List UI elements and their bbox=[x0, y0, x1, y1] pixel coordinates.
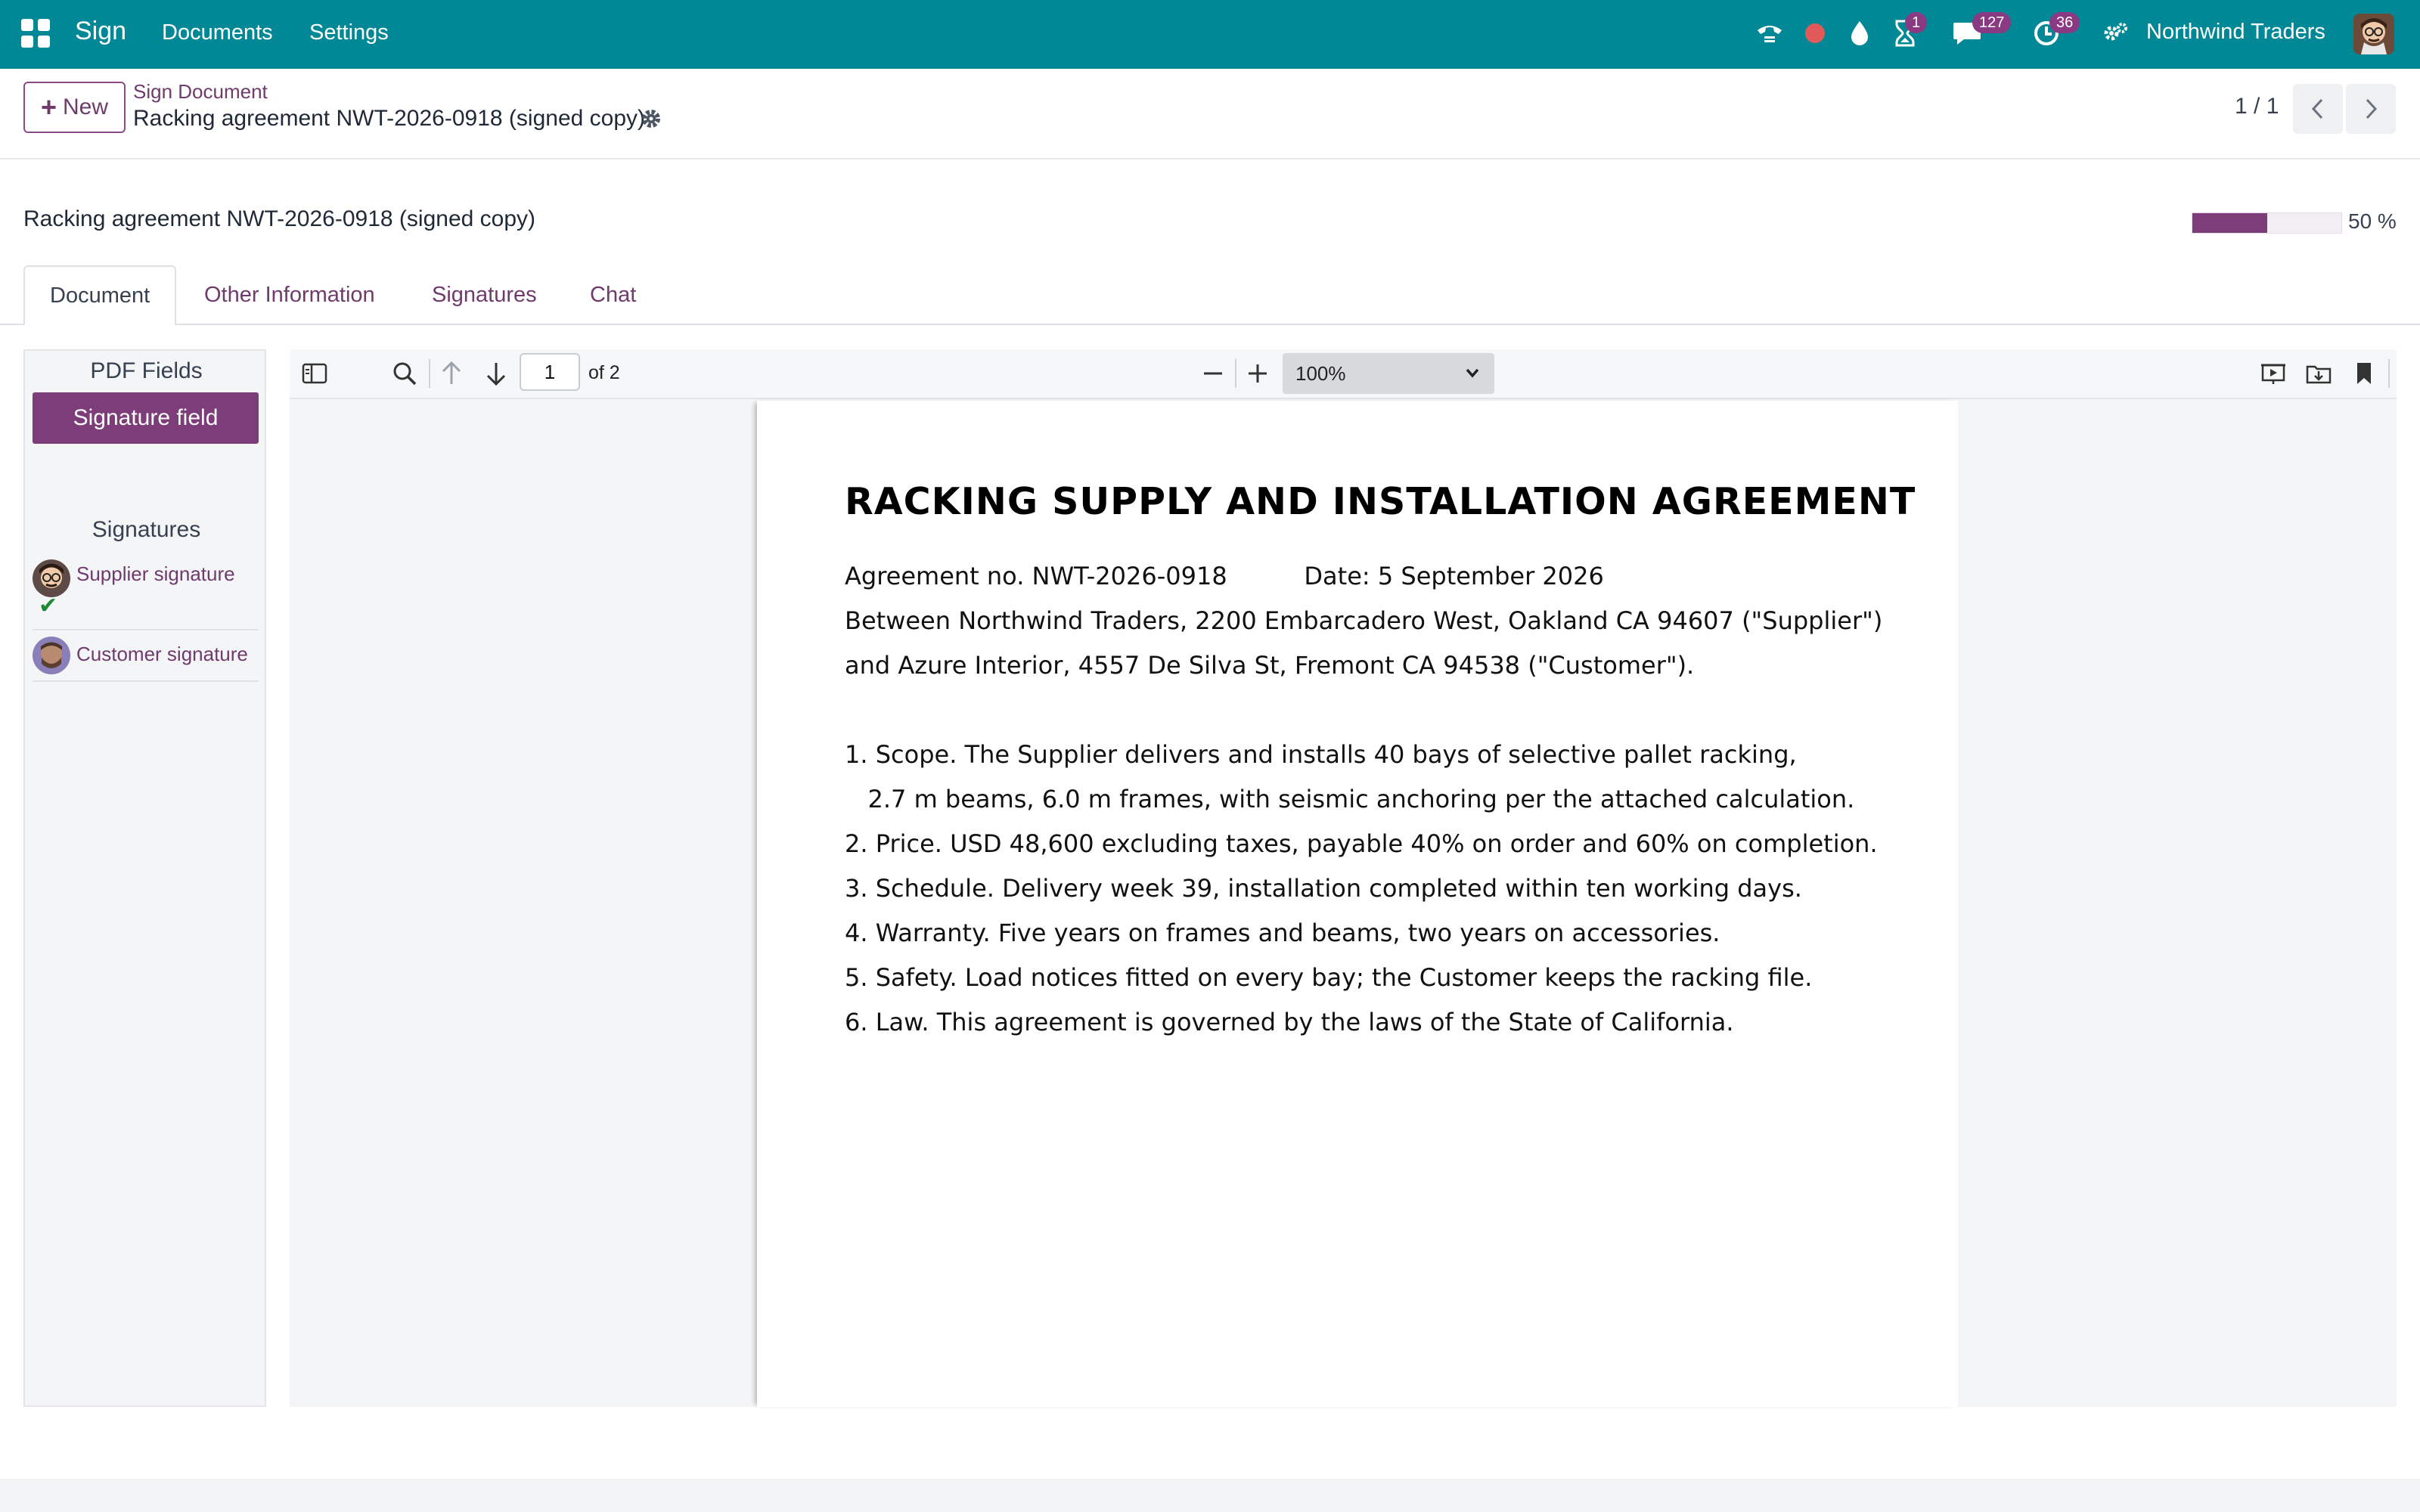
open-file-icon[interactable] bbox=[2304, 358, 2334, 389]
clause-safety: 5. Safety. Load notices fitted on every … bbox=[845, 963, 1813, 992]
clause-scope-continued: 2.7 m beams, 6.0 m frames, with seismic … bbox=[845, 785, 1855, 813]
signature-field-button[interactable]: Signature field bbox=[33, 392, 259, 444]
top-navbar: Sign Documents Settings 1 127 36 Northwi… bbox=[0, 0, 2420, 69]
settings-cog-icon[interactable] bbox=[2099, 17, 2132, 50]
messages-badge: 127 bbox=[1972, 12, 2012, 33]
search-icon[interactable] bbox=[389, 358, 420, 389]
signatures-heading: Signatures bbox=[92, 517, 201, 542]
app-grid-icon[interactable] bbox=[21, 19, 50, 48]
supplier-signature-label[interactable]: Supplier signature bbox=[76, 562, 235, 586]
breadcrumb-current: Racking agreement NWT-2026-0918 (signed … bbox=[133, 106, 646, 131]
breadcrumb-parent[interactable]: Sign Document bbox=[133, 80, 268, 104]
pager-previous-button[interactable] bbox=[2293, 84, 2343, 134]
toolbar-separator bbox=[429, 359, 430, 388]
user-avatar[interactable] bbox=[2353, 14, 2394, 54]
document-title: Racking agreement NWT-2026-0918 (signed … bbox=[23, 206, 536, 231]
bookmark-icon[interactable] bbox=[2349, 358, 2379, 389]
control-panel-divider bbox=[0, 158, 2420, 160]
sign-fields-panel: PDF Fields Signature field Signatures Su… bbox=[23, 349, 266, 1407]
drop-icon[interactable] bbox=[1843, 17, 1876, 50]
signed-check-icon: ✔ bbox=[39, 593, 58, 618]
menu-documents[interactable]: Documents bbox=[162, 20, 273, 45]
tab-chat[interactable]: Chat bbox=[565, 265, 661, 324]
clause-scope: 1. Scope. The Supplier delivers and inst… bbox=[845, 740, 1797, 769]
progress-bar bbox=[2192, 212, 2342, 234]
new-button[interactable]: + New bbox=[23, 82, 126, 133]
phone-icon[interactable] bbox=[1753, 17, 1786, 50]
parties-line-1: Between Northwind Traders, 2200 Embarcad… bbox=[845, 606, 1883, 635]
pager-counter: 1 / 1 bbox=[2235, 94, 2279, 119]
customer-signature-label[interactable]: Customer signature bbox=[76, 643, 248, 666]
page-number-input[interactable]: 1 bbox=[520, 353, 580, 391]
signer-item-supplier[interactable]: Supplier signature ✔ bbox=[33, 555, 259, 631]
page-count: of 2 bbox=[588, 362, 620, 383]
signer-item-customer[interactable]: Customer signature bbox=[33, 631, 259, 682]
new-button-label: New bbox=[63, 94, 109, 119]
gear-icon[interactable] bbox=[640, 107, 662, 130]
pdf-toolbar: 1 of 2 100% bbox=[290, 349, 2397, 399]
zoom-select[interactable]: 100% bbox=[1283, 353, 1494, 394]
progress-label: 50 % bbox=[2348, 209, 2397, 233]
clause-warranty: 4. Warranty. Five years on frames and be… bbox=[845, 919, 1720, 947]
app-name[interactable]: Sign bbox=[75, 17, 126, 46]
agreement-number-line: Agreement no. NWT-2026-0918 Date: 5 Sept… bbox=[845, 562, 1604, 590]
clause-schedule: 3. Schedule. Delivery week 39, installat… bbox=[845, 874, 1802, 903]
activities-badge: 1 bbox=[1905, 12, 1928, 33]
pdf-viewer: 1 of 2 100% RACKING SUPPLY AND INSTALLAT… bbox=[290, 349, 2397, 1407]
zoom-out-icon[interactable] bbox=[1198, 358, 1228, 389]
chevron-right-icon bbox=[2366, 98, 2378, 119]
customer-avatar bbox=[33, 637, 70, 674]
menu-settings[interactable]: Settings bbox=[309, 20, 389, 45]
pager-next-button[interactable] bbox=[2346, 84, 2396, 134]
clause-price: 2. Price. USD 48,600 excluding taxes, pa… bbox=[845, 829, 1878, 858]
pdf-fields-heading: PDF Fields bbox=[90, 358, 203, 383]
sidebar-toggle-icon[interactable] bbox=[299, 358, 330, 389]
company-name[interactable]: Northwind Traders bbox=[2146, 20, 2325, 45]
supplier-avatar bbox=[33, 559, 70, 597]
previous-page-icon[interactable] bbox=[436, 358, 467, 389]
zoom-value: 100% bbox=[1295, 361, 1346, 385]
toolbar-separator bbox=[1235, 359, 1236, 388]
tab-signatures[interactable]: Signatures bbox=[407, 265, 562, 324]
clause-law: 6. Law. This agreement is governed by th… bbox=[845, 1008, 1734, 1036]
toolbar-separator bbox=[2388, 359, 2390, 388]
chevron-left-icon bbox=[2311, 98, 2323, 119]
pdf-page: RACKING SUPPLY AND INSTALLATION AGREEMEN… bbox=[757, 401, 1958, 1407]
plus-icon: + bbox=[40, 91, 57, 122]
footer-band bbox=[0, 1479, 2420, 1512]
parties-line-2: and Azure Interior, 4557 De Silva St, Fr… bbox=[845, 651, 1695, 680]
tab-other-information[interactable]: Other Information bbox=[179, 265, 400, 324]
chevron-down-icon bbox=[1466, 368, 1479, 378]
zoom-in-icon[interactable] bbox=[1243, 358, 1273, 389]
agreement-title: RACKING SUPPLY AND INSTALLATION AGREEMEN… bbox=[845, 480, 1916, 523]
presentation-mode-icon[interactable] bbox=[2258, 358, 2288, 389]
clock-badge: 36 bbox=[2049, 12, 2080, 33]
tab-document[interactable]: Document bbox=[23, 265, 177, 326]
recording-dot-icon[interactable] bbox=[1798, 17, 1832, 50]
next-page-icon[interactable] bbox=[481, 358, 511, 389]
progress-fill bbox=[2192, 213, 2267, 233]
